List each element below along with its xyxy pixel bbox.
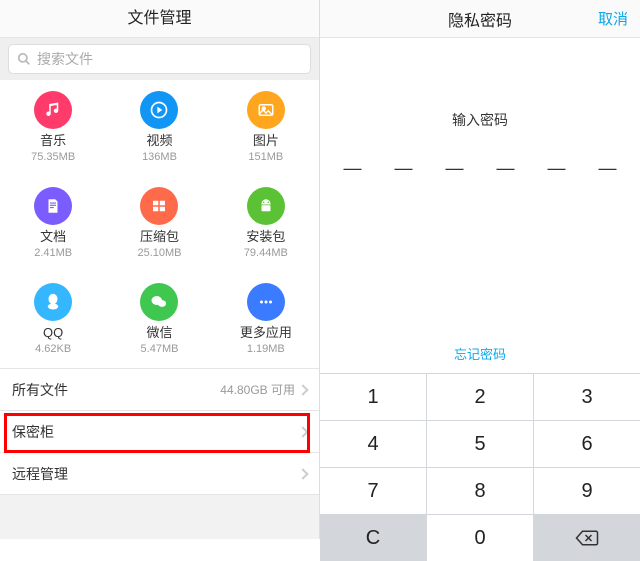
cat-qq[interactable]: QQ 4.62KB	[0, 272, 106, 368]
key-9[interactable]: 9	[534, 468, 640, 514]
key-1[interactable]: 1	[320, 374, 426, 420]
cat-label: 安装包	[246, 229, 285, 246]
password-prompt: 输入密码	[320, 110, 640, 130]
row-vault[interactable]: 保密柜	[0, 411, 319, 453]
cat-image[interactable]: 图片 151MB	[213, 80, 319, 176]
photo-icon	[247, 91, 285, 129]
chevron-right-icon	[297, 426, 308, 437]
search-row: 搜索文件	[0, 38, 319, 80]
search-placeholder: 搜索文件	[37, 49, 93, 69]
cat-apk[interactable]: 安装包 79.44MB	[213, 176, 319, 272]
cat-size: 1.19MB	[247, 342, 285, 356]
doc-icon	[34, 187, 72, 225]
cancel-button[interactable]: 取消	[598, 8, 628, 29]
backspace-icon	[574, 529, 600, 547]
header: 隐私密码 取消	[320, 0, 640, 38]
cat-label: 微信	[146, 325, 172, 342]
wechat-icon	[140, 283, 178, 321]
search-icon	[17, 52, 31, 66]
cat-size: 136MB	[142, 150, 177, 164]
password-pane: 隐私密码 取消 输入密码 — — — — — — 忘记密码 1 2 3 4 5 …	[320, 0, 640, 539]
cat-size: 75.35MB	[31, 150, 75, 164]
qq-icon	[34, 283, 72, 321]
play-icon	[140, 91, 178, 129]
key-6[interactable]: 6	[534, 421, 640, 467]
cat-label: 图片	[253, 133, 279, 150]
row-label: 所有文件	[12, 380, 68, 400]
cat-label: 音乐	[40, 133, 66, 150]
key-2[interactable]: 2	[427, 374, 533, 420]
category-grid: 音乐 75.35MB 视频 136MB 图片 151MB 文档 2.41MB	[0, 80, 319, 369]
cat-video[interactable]: 视频 136MB	[106, 80, 212, 176]
cat-label: 视频	[146, 133, 172, 150]
key-0[interactable]: 0	[427, 515, 533, 561]
cat-label: QQ	[43, 325, 63, 342]
cat-size: 25.10MB	[137, 246, 181, 260]
key-5[interactable]: 5	[427, 421, 533, 467]
cat-size: 5.47MB	[141, 342, 179, 356]
storage-available: 44.80GB 可用	[220, 381, 295, 398]
android-icon	[247, 187, 285, 225]
row-all-files[interactable]: 所有文件 44.80GB 可用	[0, 369, 319, 411]
cat-size: 2.41MB	[34, 246, 72, 260]
row-label: 保密柜	[12, 422, 54, 442]
file-manager-pane: 文件管理 搜索文件 音乐 75.35MB 视频 136MB 图片	[0, 0, 320, 539]
cat-size: 79.44MB	[244, 246, 288, 260]
page-title: 文件管理	[0, 0, 319, 38]
key-4[interactable]: 4	[320, 421, 426, 467]
password-area: 输入密码 — — — — — —	[320, 38, 640, 328]
cat-more[interactable]: 更多应用 1.19MB	[213, 272, 319, 368]
cat-wechat[interactable]: 微信 5.47MB	[106, 272, 212, 368]
key-3[interactable]: 3	[534, 374, 640, 420]
music-icon	[34, 91, 72, 129]
key-clear[interactable]: C	[320, 515, 426, 561]
key-7[interactable]: 7	[320, 468, 426, 514]
numeric-keypad: 1 2 3 4 5 6 7 8 9 C 0	[320, 373, 640, 561]
row-remote[interactable]: 远程管理	[0, 453, 319, 495]
cat-music[interactable]: 音乐 75.35MB	[0, 80, 106, 176]
more-icon	[247, 283, 285, 321]
key-8[interactable]: 8	[427, 468, 533, 514]
forgot-password-link[interactable]: 忘记密码	[320, 328, 640, 373]
cat-size: 4.62KB	[35, 342, 71, 356]
zip-icon	[140, 187, 178, 225]
chevron-right-icon	[297, 468, 308, 479]
key-backspace[interactable]	[534, 515, 640, 561]
cat-label: 文档	[40, 229, 66, 246]
cat-label: 压缩包	[140, 229, 179, 246]
cat-size: 151MB	[248, 150, 283, 164]
page-title: 隐私密码	[448, 7, 512, 31]
cat-label: 更多应用	[240, 325, 292, 342]
nav-list: 所有文件 44.80GB 可用 保密柜 远程管理	[0, 369, 319, 495]
cat-doc[interactable]: 文档 2.41MB	[0, 176, 106, 272]
cat-zip[interactable]: 压缩包 25.10MB	[106, 176, 212, 272]
chevron-right-icon	[297, 384, 308, 395]
row-label: 远程管理	[12, 464, 68, 484]
password-slots: — — — — — —	[320, 158, 640, 179]
search-input[interactable]: 搜索文件	[8, 44, 311, 74]
